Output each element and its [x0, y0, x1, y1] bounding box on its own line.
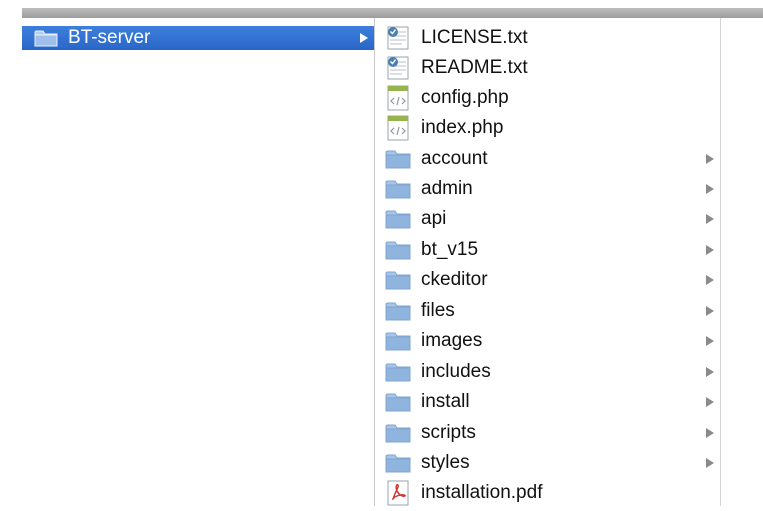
list-item[interactable]: install — [375, 387, 720, 417]
text-file-icon — [385, 55, 411, 81]
php-file-icon — [385, 115, 411, 141]
list-item[interactable]: ckeditor — [375, 265, 720, 295]
folder-icon — [385, 328, 411, 354]
list-item[interactable]: README.txt — [375, 53, 720, 83]
text-file-icon — [385, 25, 411, 51]
item-name: images — [421, 330, 483, 351]
list-item[interactable]: scripts — [375, 418, 720, 448]
toolbar-edge — [22, 8, 763, 18]
chevron-right-icon — [706, 428, 714, 438]
folder-icon — [385, 450, 411, 476]
item-name: index.php — [421, 117, 504, 138]
folder-icon — [385, 389, 411, 415]
column-browser: BT-server LICENSE.txt README.txt config.… — [22, 18, 763, 506]
selected-folder-row[interactable]: BT-server — [22, 26, 374, 50]
item-name: includes — [421, 361, 491, 382]
item-name: LICENSE.txt — [421, 27, 528, 48]
folder-icon — [385, 176, 411, 202]
column-1[interactable]: BT-server — [22, 18, 375, 506]
item-name: install — [421, 391, 470, 412]
item-name: config.php — [421, 87, 509, 108]
folder-icon — [385, 420, 411, 446]
chevron-right-icon — [706, 214, 714, 224]
folder-icon — [34, 28, 58, 48]
column-2[interactable]: LICENSE.txt README.txt config.php index.… — [375, 18, 721, 506]
list-item[interactable]: account — [375, 144, 720, 174]
chevron-right-icon — [706, 397, 714, 407]
folder-icon — [385, 359, 411, 385]
finder-column-view: BT-server LICENSE.txt README.txt config.… — [0, 0, 763, 506]
list-item[interactable]: includes — [375, 357, 720, 387]
item-name: api — [421, 208, 447, 229]
item-name: styles — [421, 452, 470, 473]
list-item[interactable]: index.php — [375, 113, 720, 143]
chevron-right-icon — [706, 275, 714, 285]
list-item[interactable]: api — [375, 204, 720, 234]
list-item[interactable]: files — [375, 296, 720, 326]
folder-icon — [385, 237, 411, 263]
chevron-right-icon — [706, 367, 714, 377]
folder-icon — [385, 146, 411, 172]
list-item[interactable]: images — [375, 326, 720, 356]
selected-folder-label: BT-server — [68, 27, 151, 48]
list-item[interactable]: styles — [375, 448, 720, 478]
item-name: ckeditor — [421, 269, 488, 290]
pdf-file-icon — [385, 480, 411, 506]
item-name: bt_v15 — [421, 239, 479, 260]
php-file-icon — [385, 85, 411, 111]
item-name: admin — [421, 178, 473, 199]
chevron-right-icon — [706, 154, 714, 164]
folder-icon — [385, 206, 411, 232]
item-name: files — [421, 300, 455, 321]
list-item[interactable]: bt_v15 — [375, 235, 720, 265]
chevron-right-icon — [706, 184, 714, 194]
chevron-right-icon — [706, 245, 714, 255]
list-item[interactable]: LICENSE.txt — [375, 23, 720, 53]
folder-icon — [385, 298, 411, 324]
list-item[interactable]: installation.pdf — [375, 478, 720, 508]
chevron-right-icon — [706, 458, 714, 468]
chevron-right-icon — [706, 336, 714, 346]
list-item[interactable]: admin — [375, 174, 720, 204]
item-name: installation.pdf — [421, 482, 543, 503]
disclosure-arrow-icon — [360, 33, 368, 43]
item-name: scripts — [421, 422, 476, 443]
chevron-right-icon — [706, 306, 714, 316]
folder-icon — [385, 267, 411, 293]
item-name: README.txt — [421, 57, 528, 78]
item-name: account — [421, 148, 488, 169]
list-item[interactable]: config.php — [375, 83, 720, 113]
